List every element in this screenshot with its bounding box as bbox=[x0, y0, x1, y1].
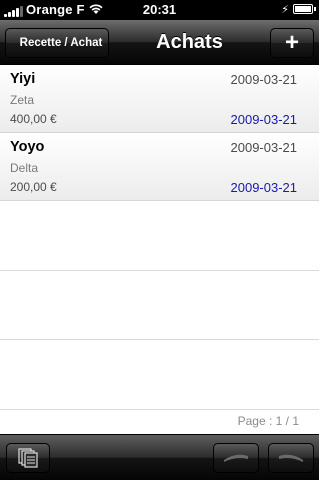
next-page-button[interactable] bbox=[268, 443, 314, 473]
charging-icon: ⚡ bbox=[281, 4, 289, 16]
previous-page-icon bbox=[224, 454, 248, 462]
empty-row bbox=[0, 340, 319, 410]
pages-icon bbox=[18, 448, 38, 468]
item-secondary-date: 2009-03-21 bbox=[230, 112, 298, 127]
item-date: 2009-03-21 bbox=[230, 72, 298, 87]
item-subtitle: Delta bbox=[10, 161, 39, 175]
item-name: Yiyi bbox=[10, 71, 36, 87]
plus-icon: + bbox=[284, 29, 299, 56]
item-amount: 400,00 € bbox=[10, 112, 57, 126]
battery-icon bbox=[293, 4, 316, 14]
page-indicator: Page : 1 / 1 bbox=[237, 414, 299, 428]
item-amount: 200,00 € bbox=[10, 180, 57, 194]
page-title: Achats bbox=[156, 31, 223, 53]
list-item[interactable]: Yiyi 2009-03-21 Zeta 400,00 € 2009-03-21 bbox=[0, 65, 319, 133]
next-page-icon bbox=[279, 454, 303, 462]
status-bar: Orange F 20:31 ⚡ bbox=[0, 0, 319, 20]
bottom-toolbar bbox=[0, 434, 319, 480]
item-date: 2009-03-21 bbox=[230, 140, 298, 155]
empty-row bbox=[0, 271, 319, 340]
item-subtitle: Zeta bbox=[10, 93, 35, 107]
list-item[interactable]: Yoyo 2009-03-21 Delta 200,00 € 2009-03-2… bbox=[0, 133, 319, 201]
add-button[interactable]: + bbox=[270, 28, 314, 58]
navigation-bar: Recette / Achat Achats + bbox=[0, 20, 319, 65]
item-name: Yoyo bbox=[10, 139, 45, 155]
previous-page-button[interactable] bbox=[213, 443, 259, 473]
clock: 20:31 bbox=[142, 2, 177, 17]
purchase-list: Yiyi 2009-03-21 Zeta 400,00 € 2009-03-21… bbox=[0, 65, 319, 410]
item-secondary-date: 2009-03-21 bbox=[230, 180, 298, 195]
empty-row bbox=[0, 201, 319, 271]
pages-button[interactable] bbox=[6, 443, 50, 473]
back-button[interactable]: Recette / Achat bbox=[5, 28, 109, 58]
